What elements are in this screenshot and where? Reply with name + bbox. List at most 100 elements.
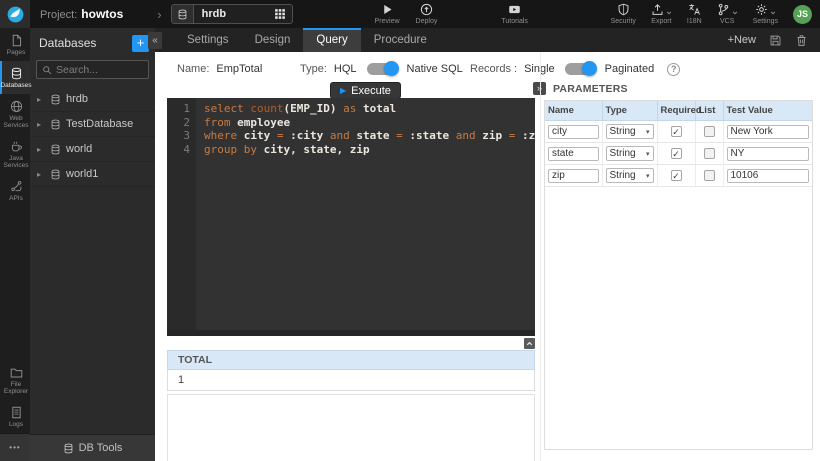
param-test-value-input[interactable] [727, 125, 810, 139]
action-label: Settings [753, 18, 778, 25]
param-test-value-input[interactable] [727, 147, 810, 161]
caret-right-icon[interactable]: ▸ [37, 170, 45, 179]
search-icon [42, 65, 52, 75]
app-logo[interactable] [0, 0, 30, 28]
action-label: Security [611, 18, 636, 25]
database-name: world1 [66, 168, 98, 180]
branch-icon [717, 3, 730, 16]
user-avatar[interactable]: JS [793, 5, 812, 24]
param-type-select[interactable]: String▾ [606, 146, 654, 161]
sidebar-item-file-explorer[interactable]: File Explorer [0, 360, 30, 400]
databases-panel-title: Databases [39, 36, 96, 50]
sidebar-item-java-services[interactable]: Java Services [0, 134, 30, 174]
sidebar-item-databases[interactable]: Databases [0, 61, 30, 94]
param-required-checkbox[interactable]: ✓ [671, 126, 682, 137]
sidebar-item-label: Logs [9, 421, 23, 428]
database-list-item[interactable]: ▸ world [30, 137, 155, 162]
query-name-value[interactable]: EmpTotal [216, 63, 262, 75]
database-list-item[interactable]: ▸ TestDatabase [30, 112, 155, 137]
security-button[interactable]: Security [611, 3, 636, 25]
page-icon [10, 34, 23, 47]
database-search [36, 60, 149, 79]
param-required-checkbox[interactable]: ✓ [671, 170, 682, 181]
tab-procedure[interactable]: Procedure [361, 28, 440, 52]
chevron-down-icon [770, 10, 776, 16]
param-name-input[interactable] [548, 147, 599, 161]
sidebar-item-web-services[interactable]: Web Services [0, 94, 30, 134]
records-label: Records : [470, 63, 517, 75]
save-icon[interactable] [769, 34, 782, 47]
db-tools-button[interactable]: DB Tools [30, 434, 155, 461]
play-icon [381, 3, 394, 16]
grid-icon[interactable] [274, 8, 286, 20]
param-column-header: List [695, 101, 723, 121]
sql-editor[interactable]: 1234 select count(EMP_ID) as totalfrom e… [167, 98, 535, 330]
caret-right-icon[interactable]: ▸ [37, 95, 45, 104]
preview-button[interactable]: Preview [375, 3, 400, 25]
type-option-nativesql[interactable]: Native SQL [407, 63, 463, 75]
param-required-checkbox[interactable]: ✓ [671, 148, 682, 159]
sidebar-more-button[interactable]: ••• [0, 433, 30, 461]
caret-right-icon[interactable]: ▸ [37, 120, 45, 129]
database-name: TestDatabase [66, 118, 133, 130]
editor-code[interactable]: select count(EMP_ID) as totalfrom employ… [196, 98, 535, 330]
database-list-item[interactable]: ▸ hrdb [30, 87, 155, 112]
action-label: Export [651, 18, 671, 25]
sidebar-item-pages[interactable]: Pages [0, 28, 30, 61]
param-type-select[interactable]: String▾ [606, 168, 654, 183]
param-list-checkbox[interactable] [704, 126, 715, 137]
trash-icon[interactable] [795, 34, 808, 47]
chevron-down-icon: ▾ [646, 150, 650, 158]
database-name: hrdb [66, 93, 88, 105]
param-row: String▾ ✓ [545, 165, 812, 187]
parameters-box: NameTypeRequiredListTest Value String▾✓S… [544, 100, 813, 450]
line-number: 1 [167, 102, 190, 116]
database-name: world [66, 143, 92, 155]
export-button[interactable]: Export [651, 3, 672, 25]
settings-button[interactable]: Settings [753, 3, 778, 25]
type-toggle[interactable] [367, 63, 397, 75]
execute-button[interactable]: ▶ Execute [330, 82, 401, 99]
database-search-input[interactable] [56, 64, 143, 76]
collapse-results-button[interactable] [524, 338, 535, 349]
project-label: Project: [40, 9, 77, 21]
param-name-input[interactable] [548, 125, 599, 139]
logs-icon [10, 406, 23, 419]
code-line: select count(EMP_ID) as total [204, 102, 535, 116]
editor-scrollbar[interactable] [167, 330, 535, 336]
database-icon [50, 169, 61, 180]
param-list-checkbox[interactable] [704, 170, 715, 181]
sidebar-item-label: File Explorer [2, 381, 30, 395]
i18n-button[interactable]: I18N [687, 3, 702, 25]
database-selector[interactable]: hrdb [171, 4, 293, 24]
code-line: group by city, state, zip [204, 143, 535, 157]
api-icon [10, 180, 23, 193]
param-type-select[interactable]: String▾ [606, 124, 654, 139]
param-name-input[interactable] [548, 169, 599, 183]
tutorials-button[interactable]: Tutorials [501, 3, 528, 25]
new-query-button[interactable]: +New [728, 34, 756, 46]
editor-gutter: 1234 [167, 98, 196, 330]
sidebar-item-apis[interactable]: APIs [0, 174, 30, 207]
database-icon [50, 144, 61, 155]
param-list-checkbox[interactable] [704, 148, 715, 159]
add-database-button[interactable]: + [132, 35, 149, 52]
sidebar-item-logs[interactable]: Logs [0, 400, 30, 433]
deploy-button[interactable]: Deploy [416, 3, 438, 25]
query-name-label: Name: [177, 63, 209, 75]
collapse-panel-button[interactable]: « [148, 32, 162, 49]
type-option-hql[interactable]: HQL [334, 63, 357, 75]
tab-design[interactable]: Design [242, 28, 304, 52]
param-test-value-input[interactable] [727, 169, 810, 183]
param-column-header: Required [657, 101, 695, 121]
caret-right-icon[interactable]: ▸ [37, 145, 45, 154]
left-nav-sidebar: PagesDatabasesWeb ServicesJava ServicesA… [0, 28, 30, 461]
action-label: Deploy [416, 18, 438, 25]
tab-query[interactable]: Query [303, 28, 360, 52]
database-selector-value: hrdb [194, 8, 274, 20]
database-list-item[interactable]: ▸ world1 [30, 162, 155, 187]
vcs-button[interactable]: VCS [717, 3, 738, 25]
video-icon [508, 3, 521, 16]
tab-settings[interactable]: Settings [174, 28, 242, 52]
action-label: Tutorials [501, 18, 528, 25]
